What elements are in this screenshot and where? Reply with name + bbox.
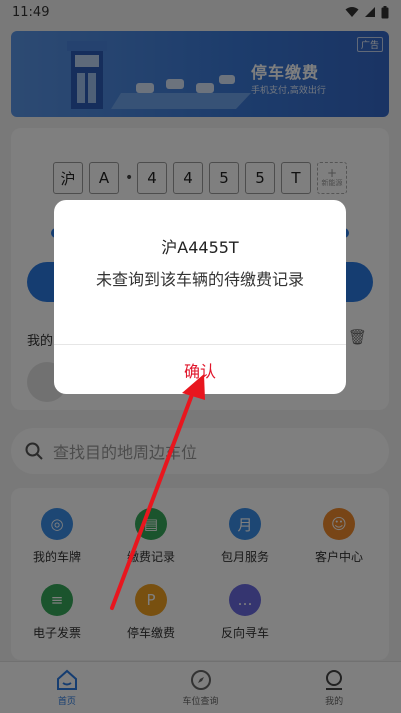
confirm-button[interactable]: 确认	[54, 345, 346, 394]
dialog-title: 沪A4455T	[161, 238, 239, 257]
alert-dialog: 沪A4455T 未查询到该车辆的待缴费记录 确认	[54, 200, 346, 394]
dialog-message: 未查询到该车辆的待缴费记录	[95, 270, 304, 289]
